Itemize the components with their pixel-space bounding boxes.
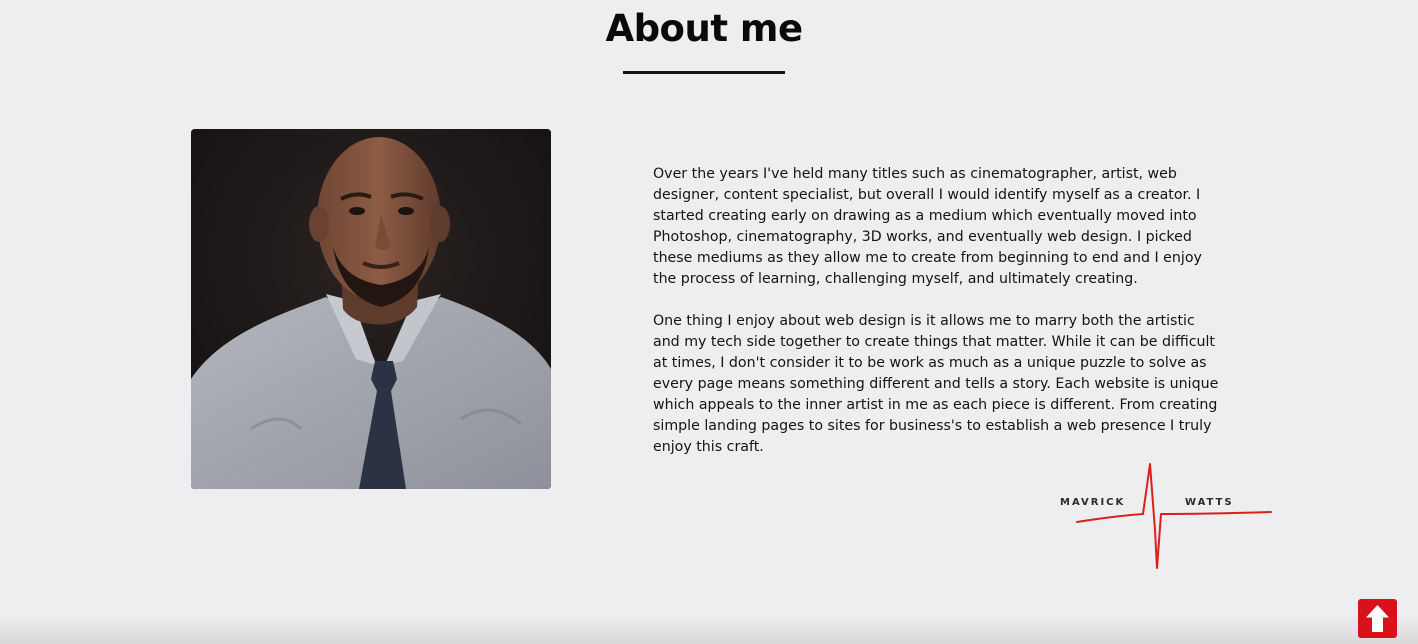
page-title: About me — [605, 7, 803, 50]
profile-photo — [191, 129, 551, 489]
footer-shadow — [0, 614, 1418, 644]
signature-logo: MAVRICK WATTS — [1055, 460, 1275, 572]
bio-text: Over the years I've held many titles suc… — [653, 164, 1223, 458]
signature-last-name: WATTS — [1185, 497, 1234, 508]
scroll-to-top-button[interactable] — [1358, 599, 1397, 638]
title-underline — [623, 71, 785, 74]
bio-paragraph-1: Over the years I've held many titles suc… — [653, 166, 1202, 287]
arrow-up-icon — [1358, 599, 1397, 638]
signature-first-name: MAVRICK — [1060, 497, 1125, 508]
bio-paragraph-2: One thing I enjoy about web design is it… — [653, 313, 1219, 455]
